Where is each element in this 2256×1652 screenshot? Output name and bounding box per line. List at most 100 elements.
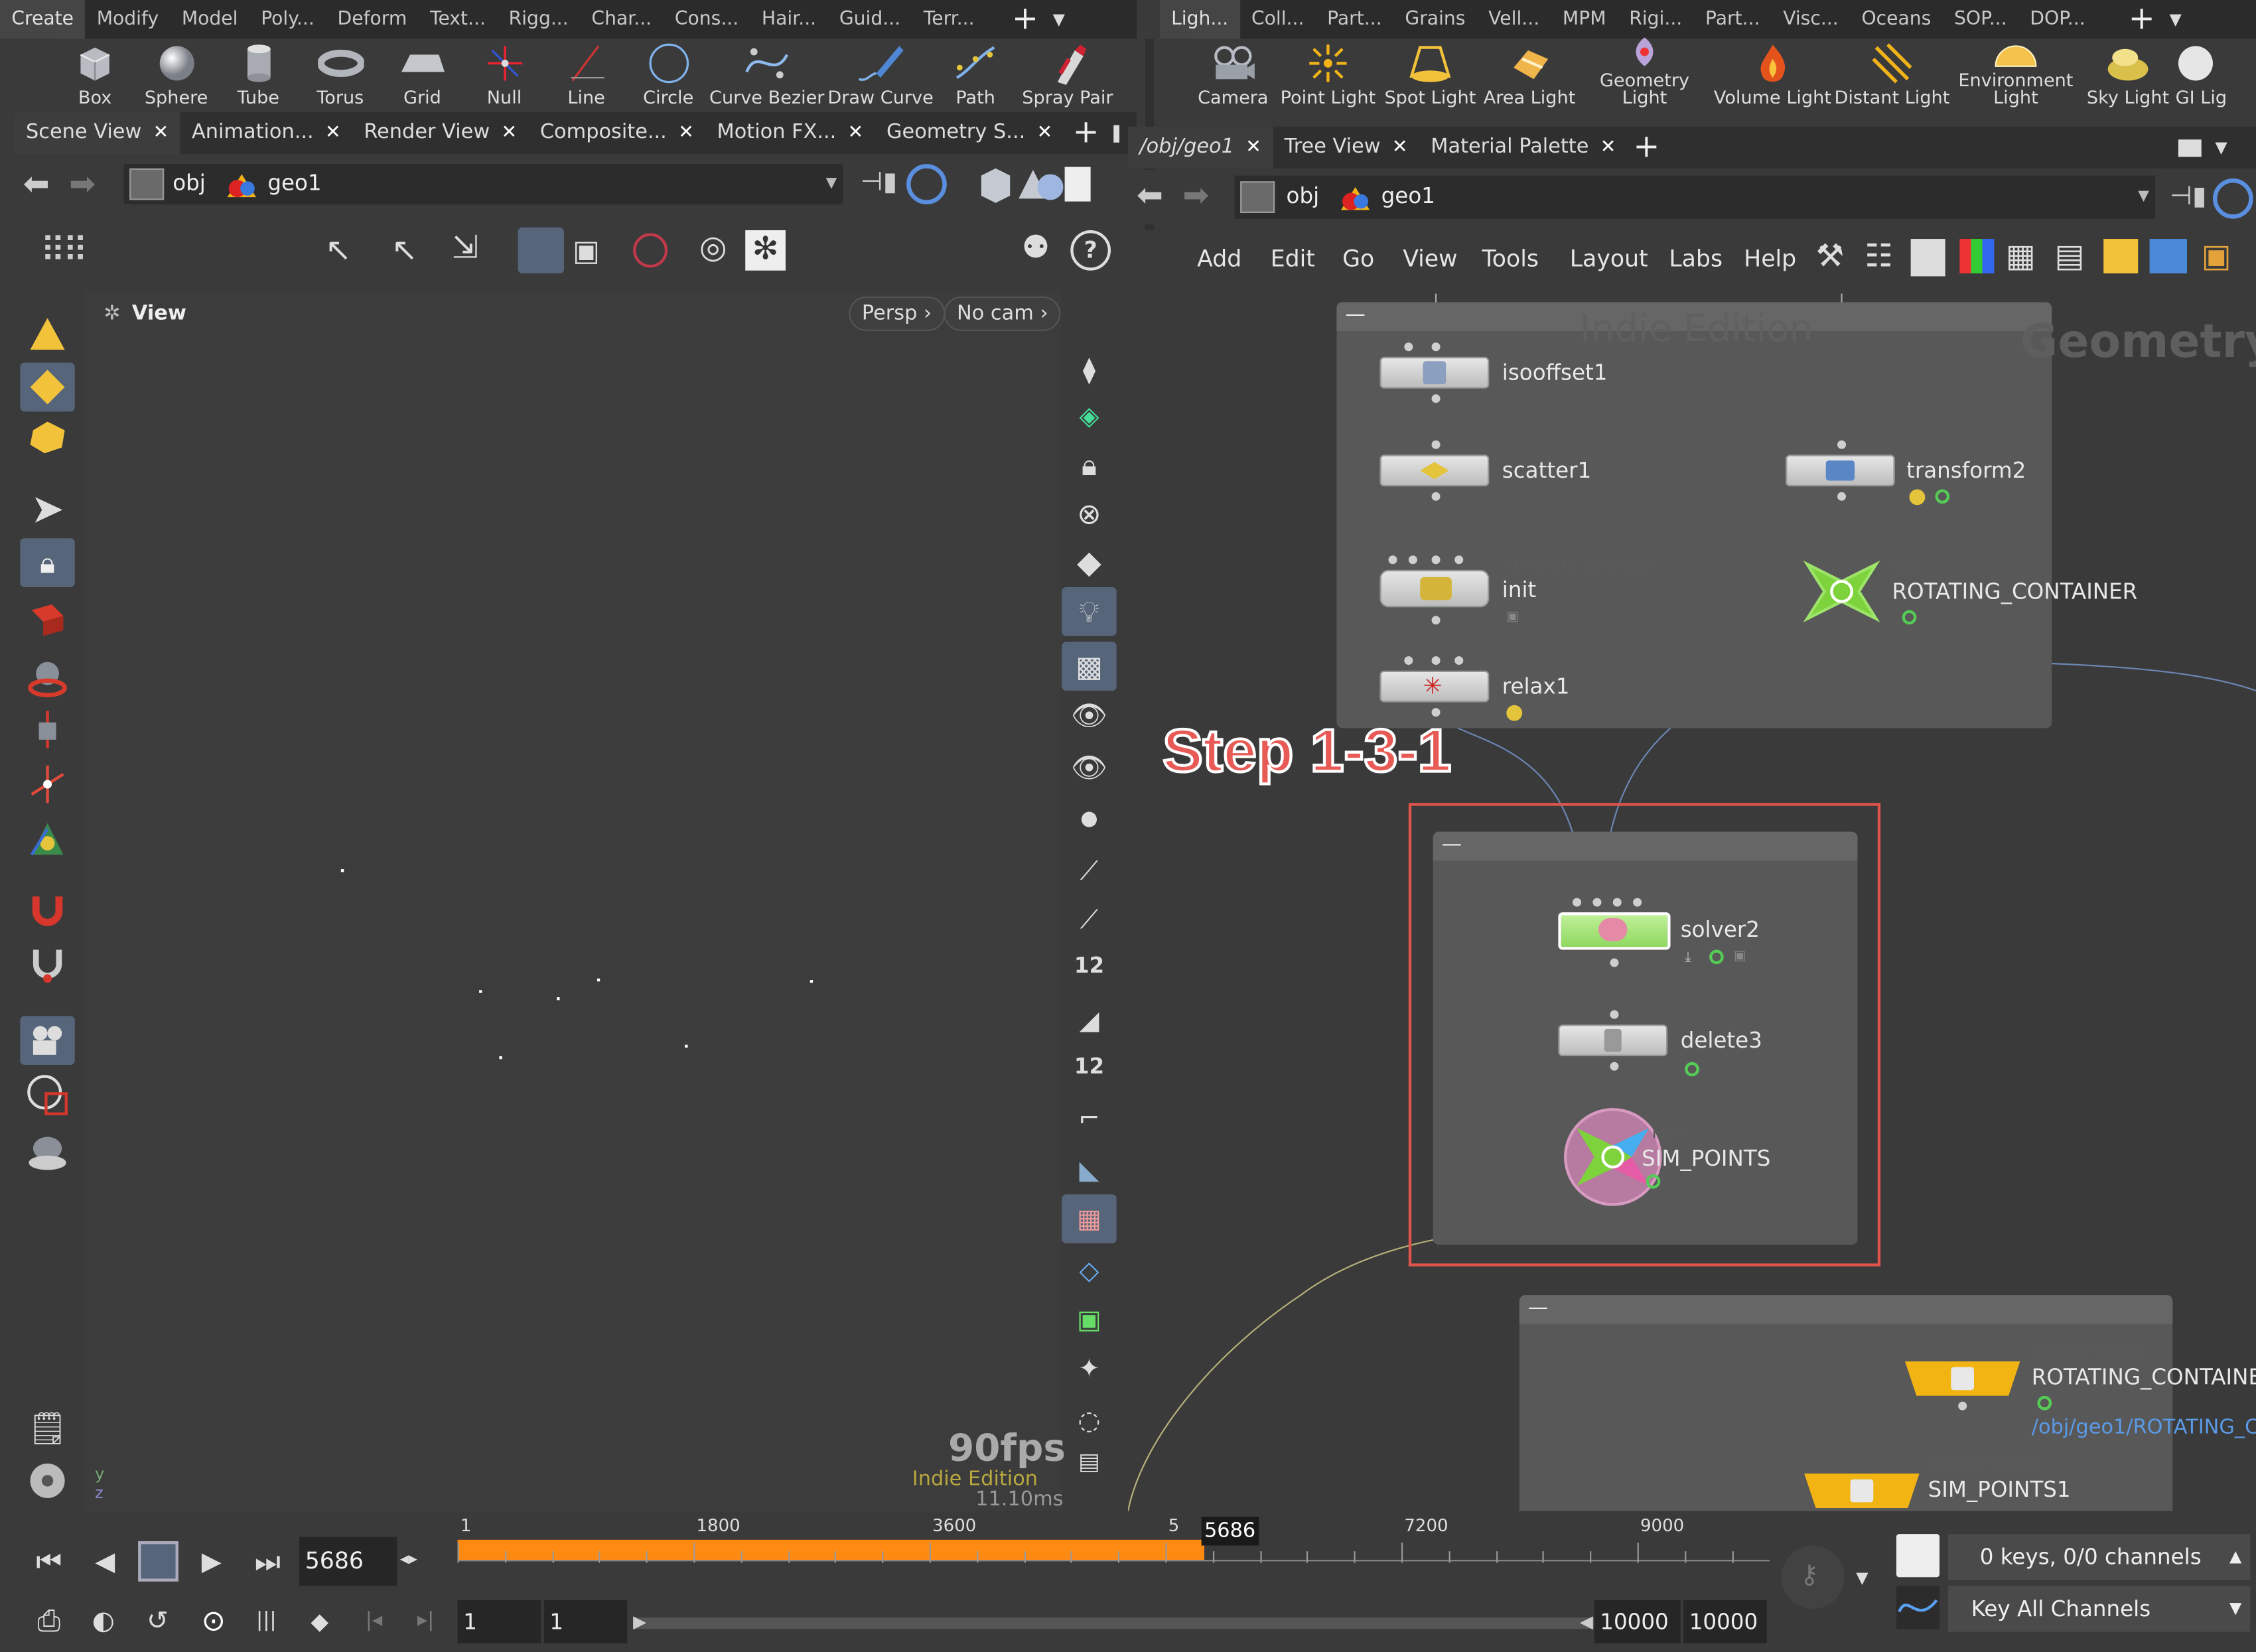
collapse-icon[interactable]: — bbox=[1345, 304, 1365, 327]
shelf-tab-dop[interactable]: DOP... bbox=[2018, 0, 2097, 39]
path-geo[interactable]: geo1 bbox=[267, 170, 321, 196]
shelf-tab-rigid[interactable]: Rigi... bbox=[1618, 0, 1694, 39]
tool-torus[interactable]: Torus bbox=[299, 39, 382, 111]
snap-magnet-icon[interactable] bbox=[20, 941, 74, 991]
normal-display-icon[interactable]: ⟋ bbox=[1062, 846, 1116, 895]
stop-button-icon[interactable] bbox=[138, 1541, 178, 1582]
forward-arrow-icon[interactable]: ➡ bbox=[69, 167, 96, 203]
persp-menu[interactable]: Persp › bbox=[849, 296, 945, 331]
lens-icon[interactable] bbox=[20, 1128, 74, 1177]
step-arrows-icon[interactable]: ◂▸ bbox=[400, 1549, 417, 1568]
null-node-icon[interactable] bbox=[1799, 555, 1885, 627]
visibility-toggle-icon[interactable]: 👁︎ bbox=[1062, 742, 1116, 792]
current-frame-field[interactable]: 5686 bbox=[299, 1537, 397, 1586]
handle-tool-icon[interactable] bbox=[20, 760, 74, 809]
network-box-header[interactable] bbox=[1519, 1295, 2173, 1324]
close-icon[interactable]: ✕ bbox=[153, 112, 169, 154]
dot-icon[interactable]: ▣ bbox=[2202, 239, 2231, 275]
help-icon[interactable]: ? bbox=[1070, 230, 1111, 271]
scale-tool-icon[interactable] bbox=[20, 705, 74, 754]
tool-circle[interactable]: Circle bbox=[627, 39, 709, 111]
tool-path[interactable]: Path bbox=[937, 39, 1015, 111]
display-flag-icon[interactable] bbox=[1935, 489, 1950, 504]
link-icon[interactable] bbox=[906, 164, 947, 204]
vertex-normal-icon[interactable]: ⟋ bbox=[1062, 895, 1116, 944]
jump-end-icon[interactable]: ⏭ bbox=[245, 1544, 291, 1578]
range-handle-left[interactable]: ▶ bbox=[633, 1612, 646, 1631]
maximize-icon[interactable] bbox=[1113, 124, 1119, 142]
chevron-down-icon[interactable]: ▼ bbox=[2138, 188, 2149, 204]
menu-view[interactable]: View bbox=[1403, 245, 1457, 272]
tool-geometry-light[interactable]: Geometry Light bbox=[1577, 37, 1713, 111]
close-icon[interactable]: ✕ bbox=[1245, 127, 1261, 169]
display-flag-icon[interactable] bbox=[1902, 610, 1917, 625]
pin-icon[interactable]: ⊣▮ bbox=[861, 167, 897, 198]
shelf-tab-character[interactable]: Char... bbox=[580, 0, 663, 39]
tab-scene-view[interactable]: Scene View ✕ bbox=[14, 112, 180, 155]
realtime-icon[interactable]: ⎙ bbox=[37, 1603, 80, 1637]
tool-grid[interactable]: Grid bbox=[382, 39, 464, 111]
close-icon[interactable]: ✕ bbox=[325, 112, 341, 154]
keys-channels-readout[interactable]: 0 keys, 0/0 channels ▲ bbox=[1948, 1534, 2251, 1580]
range-handle-right[interactable]: ◀ bbox=[1580, 1612, 1593, 1631]
play-reverse-icon[interactable]: ◀ bbox=[84, 1547, 127, 1577]
tool-sky-light[interactable]: Sky Light bbox=[2081, 39, 2176, 111]
snapshot-icon[interactable]: ▣ bbox=[573, 233, 600, 267]
checker-icon[interactable]: ▩ bbox=[1062, 642, 1117, 691]
display-flag-icon[interactable] bbox=[2037, 1395, 2052, 1411]
back-arrow-icon[interactable]: ⬅ bbox=[23, 167, 50, 203]
origin-icon[interactable]: ✦ bbox=[1062, 1344, 1116, 1393]
network-box-icon[interactable]: ▤ bbox=[2054, 239, 2084, 275]
object-mode-icon[interactable] bbox=[20, 411, 74, 460]
menu-labs[interactable]: Labs bbox=[1669, 245, 1723, 272]
path-obj[interactable]: obj bbox=[1287, 182, 1320, 208]
select-arrow-icon[interactable]: ➤ bbox=[20, 484, 74, 533]
network-box-header[interactable] bbox=[1433, 831, 1858, 861]
menu-edit[interactable]: Edit bbox=[1271, 245, 1315, 272]
add-tab-icon[interactable]: + bbox=[1633, 129, 1659, 165]
tab-motion-fx[interactable]: Motion FX... ✕ bbox=[705, 112, 875, 154]
tool-draw-curve[interactable]: Draw Curve bbox=[824, 39, 936, 111]
close-icon[interactable]: ✕ bbox=[848, 112, 864, 154]
add-shelf-icon[interactable]: + bbox=[1012, 1, 1038, 37]
tool-gi-light[interactable]: GI Lig bbox=[2176, 39, 2239, 111]
tool-area-light[interactable]: Area Light bbox=[1482, 39, 1577, 111]
next-key-icon[interactable]: ▸| bbox=[417, 1609, 446, 1632]
shelf-tab-grains[interactable]: Grains bbox=[1393, 0, 1477, 39]
shelf-tab-create[interactable]: Create bbox=[0, 0, 86, 39]
tool-box[interactable]: Box bbox=[54, 39, 135, 111]
tool-camera[interactable]: Camera bbox=[1188, 39, 1277, 111]
key-icon[interactable]: ⚷ bbox=[1781, 1545, 1845, 1609]
wrench-icon[interactable]: ⚒ bbox=[1816, 239, 1845, 275]
tab-animation[interactable]: Animation... ✕ bbox=[180, 112, 352, 154]
audio-icon[interactable]: ◐ bbox=[92, 1606, 135, 1636]
render-region-icon[interactable] bbox=[20, 1071, 74, 1120]
jump-start-icon[interactable]: ⏮ bbox=[26, 1544, 72, 1578]
tool-sphere[interactable]: Sphere bbox=[135, 39, 218, 111]
key-all-channels-button[interactable]: Key All Channels ▼ bbox=[1948, 1586, 2251, 1632]
tool-tube[interactable]: Tube bbox=[217, 39, 299, 111]
tool-volume-light[interactable]: Volume Light bbox=[1712, 39, 1833, 111]
ghost-icon[interactable]: ◇ bbox=[1062, 1246, 1116, 1295]
menu-layout[interactable]: Layout bbox=[1570, 245, 1648, 272]
background-icon[interactable]: ▦ bbox=[1062, 1194, 1117, 1244]
playhead-frame-label[interactable]: 5686 bbox=[1201, 1517, 1259, 1546]
tool-spot-light[interactable]: Spot Light bbox=[1378, 39, 1482, 111]
color-palette-icon[interactable] bbox=[1959, 239, 1995, 274]
prim-number-icon[interactable]: 12 bbox=[1062, 1042, 1116, 1091]
tool-curve-bezier[interactable]: Curve Bezier bbox=[709, 39, 824, 111]
left-edge-handle[interactable] bbox=[6, 285, 15, 1508]
shelf-tab-mpm[interactable]: MPM bbox=[1551, 0, 1618, 39]
range-slider[interactable] bbox=[633, 1617, 1597, 1629]
headlight-icon[interactable]: 💡︎ bbox=[1062, 586, 1117, 636]
playback-end-field[interactable]: 10000 bbox=[1594, 1600, 1681, 1643]
prim-normal-icon[interactable]: ◢ bbox=[1062, 996, 1116, 1045]
background-image-icon[interactable] bbox=[2149, 239, 2187, 274]
tab-material-palette[interactable]: Material Palette ✕ bbox=[1419, 127, 1628, 169]
shelf-tab-poly[interactable]: Poly... bbox=[249, 0, 326, 39]
camera-tool-icon[interactable] bbox=[20, 1016, 75, 1066]
uv-display-icon[interactable]: ◣ bbox=[1062, 1146, 1116, 1195]
tab-composite[interactable]: Composite... ✕ bbox=[529, 112, 706, 154]
maximize-icon[interactable] bbox=[2178, 139, 2201, 157]
shelf-tab-sop[interactable]: SOP... bbox=[1943, 0, 2018, 39]
